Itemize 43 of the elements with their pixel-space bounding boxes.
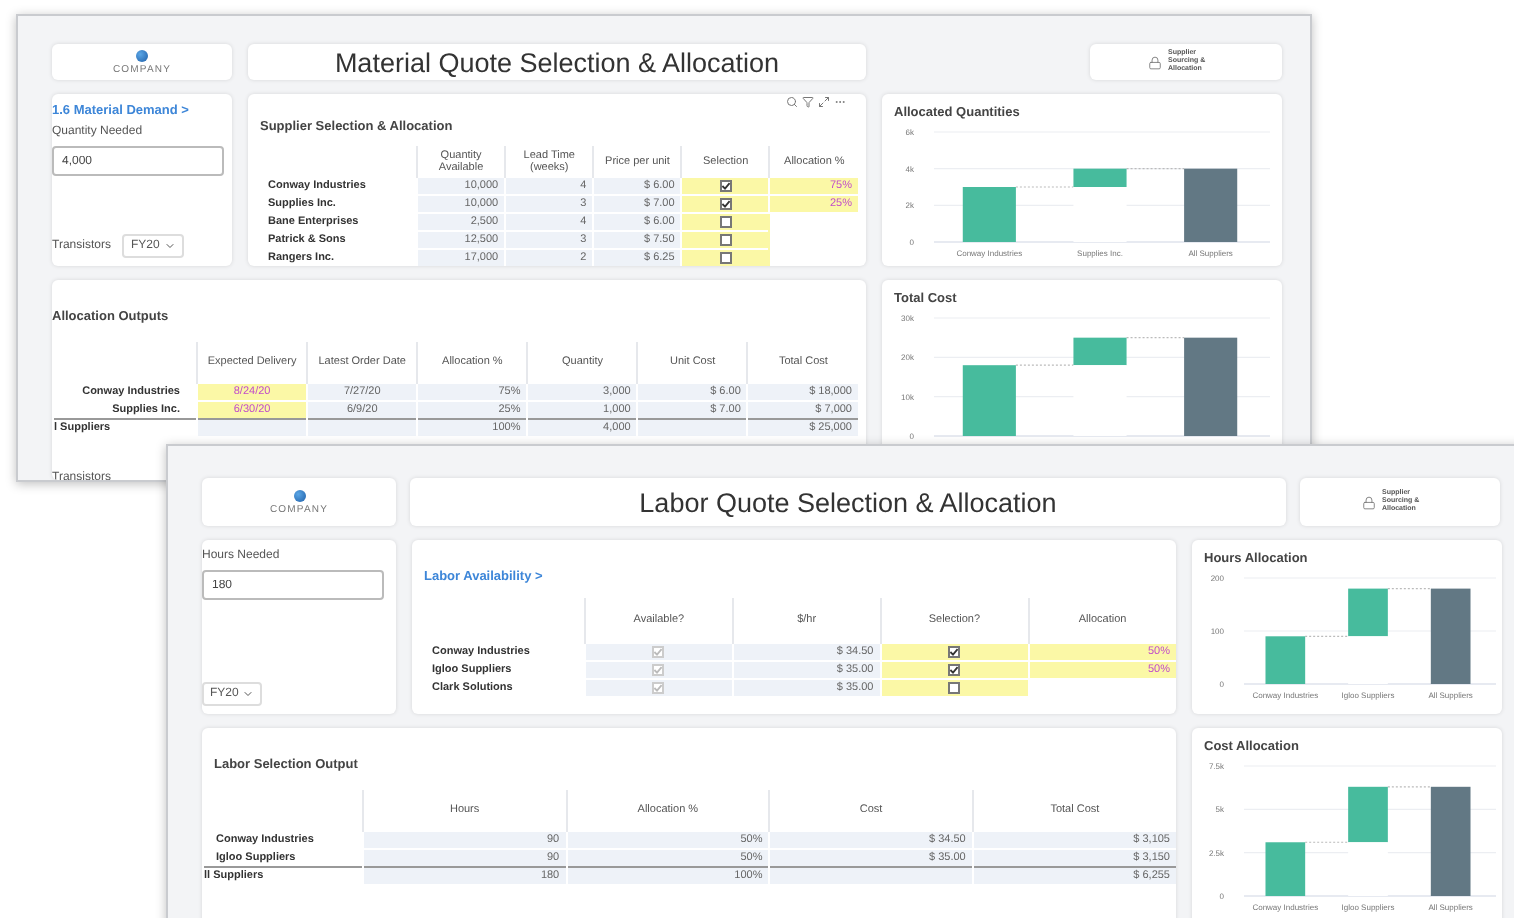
availability-checkbox[interactable] bbox=[652, 645, 665, 658]
connector-line bbox=[1125, 168, 1185, 170]
selection-checkbox[interactable] bbox=[719, 215, 732, 228]
connector-line bbox=[1387, 786, 1432, 788]
connector-line bbox=[1125, 337, 1185, 339]
bar bbox=[1073, 337, 1127, 366]
table-cell bbox=[197, 419, 308, 436]
logo-icon bbox=[293, 489, 305, 501]
selection-checkbox[interactable] bbox=[719, 179, 732, 192]
page-title: Material Quote Selection & Allocation bbox=[248, 44, 866, 80]
availability-checkbox[interactable] bbox=[652, 681, 665, 694]
bar bbox=[1265, 636, 1306, 684]
selection-checkbox[interactable] bbox=[719, 233, 732, 246]
connector-line bbox=[1387, 588, 1432, 590]
caret-icon bbox=[242, 688, 255, 700]
bar bbox=[1348, 588, 1388, 637]
selection-checkbox[interactable] bbox=[948, 681, 961, 694]
bar bbox=[962, 365, 1016, 436]
connector-line bbox=[1015, 364, 1075, 366]
lock-icon bbox=[1148, 55, 1162, 69]
table-cell bbox=[637, 419, 748, 436]
bar bbox=[1430, 588, 1471, 684]
page-title: Labor Quote Selection & Allocation bbox=[410, 478, 1286, 526]
bar bbox=[1184, 168, 1238, 242]
lock-icon bbox=[1362, 495, 1376, 509]
bar bbox=[962, 187, 1016, 242]
bar bbox=[1184, 337, 1238, 436]
selection-checkbox[interactable] bbox=[719, 251, 732, 264]
connector-line bbox=[1304, 841, 1349, 843]
filter-icon[interactable] bbox=[802, 96, 814, 108]
search-icon[interactable] bbox=[786, 96, 798, 108]
bar bbox=[1430, 786, 1471, 896]
connector-line bbox=[1304, 635, 1349, 637]
bar bbox=[1265, 842, 1306, 896]
logo-icon bbox=[136, 49, 148, 61]
selection-checkbox[interactable] bbox=[948, 645, 961, 658]
selection-checkbox[interactable] bbox=[948, 663, 961, 676]
availability-checkbox[interactable] bbox=[652, 663, 665, 676]
table-cell bbox=[307, 419, 418, 436]
caret-icon bbox=[163, 240, 176, 252]
connector-line bbox=[1015, 186, 1075, 188]
selection-checkbox[interactable] bbox=[719, 197, 732, 210]
bar bbox=[1348, 786, 1388, 843]
